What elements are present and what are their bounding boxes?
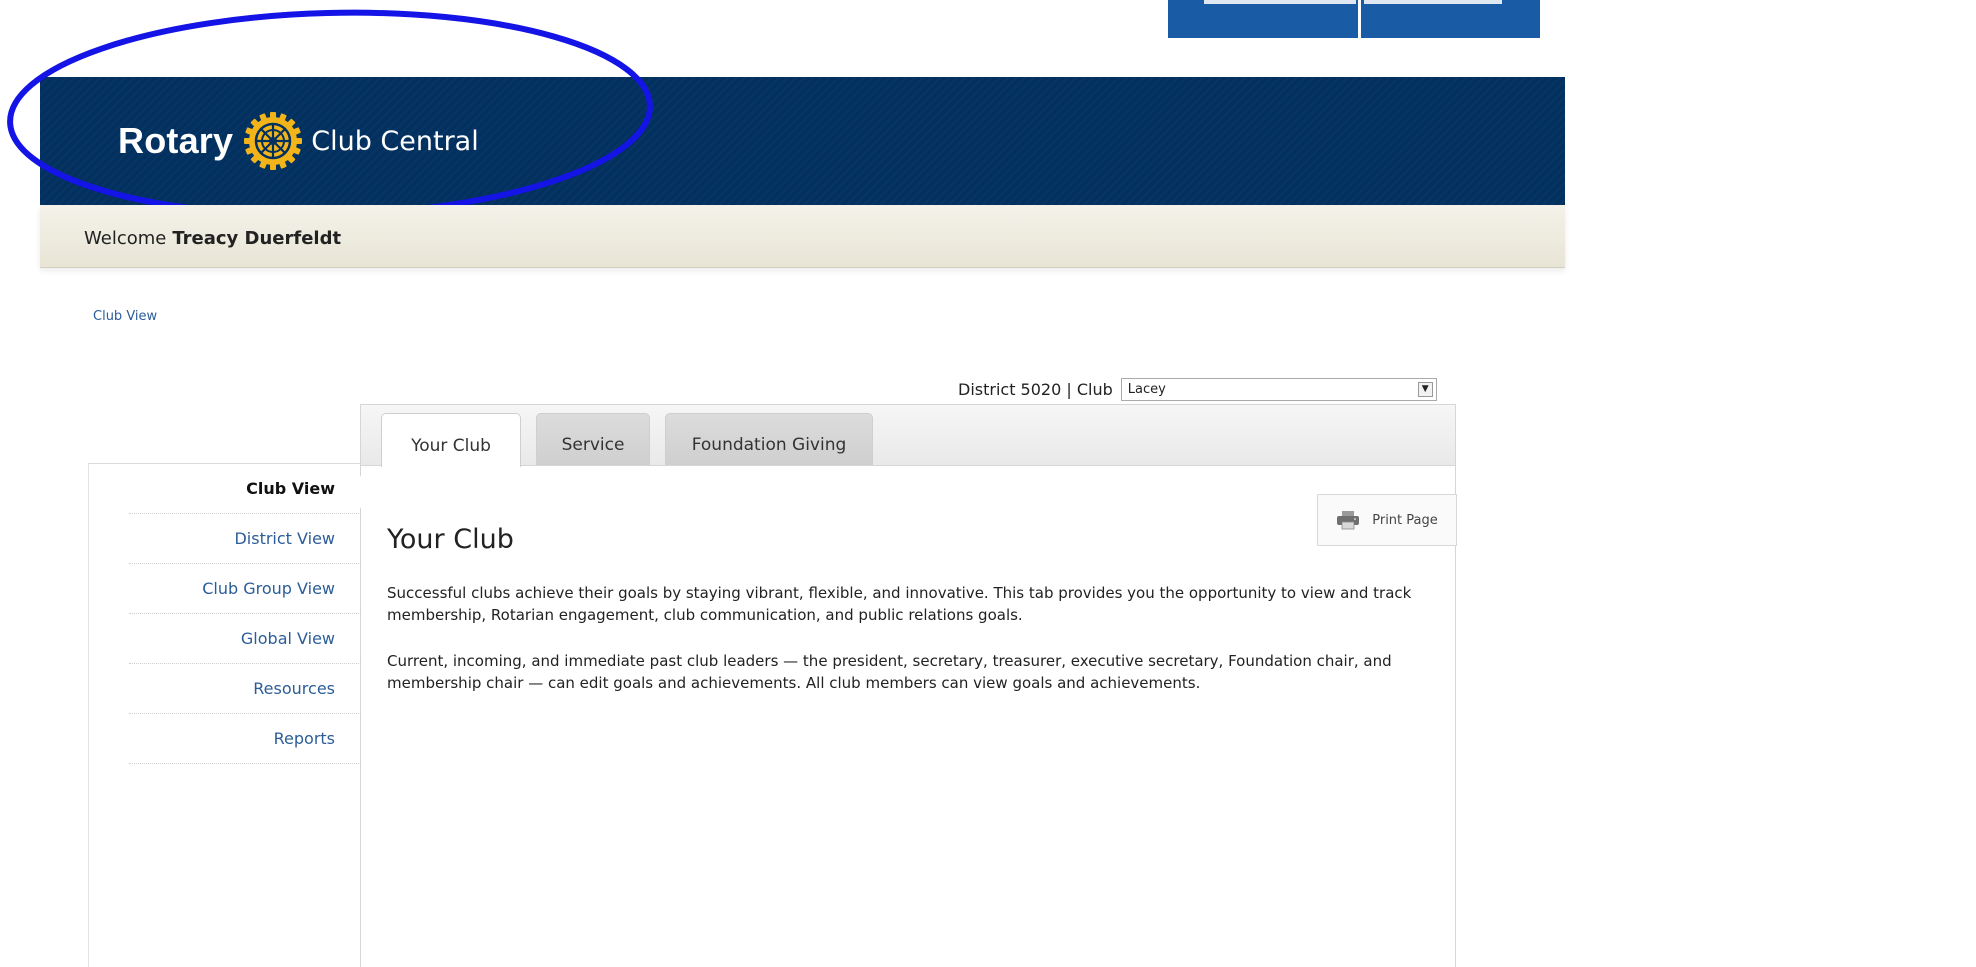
content-panel: Your Club Service Foundation Giving Prin…: [360, 404, 1457, 967]
tab-foundation-giving[interactable]: Foundation Giving: [665, 413, 873, 465]
sidebar-nav: Club View District View Club Group View …: [88, 463, 361, 967]
sidebar-item-club-view[interactable]: Club View: [129, 464, 361, 514]
club-selector: District 5020 | Club Lacey ▼: [958, 377, 1437, 402]
tab-service[interactable]: Service: [536, 413, 650, 465]
site-header: Rotary Club Central: [40, 77, 1565, 205]
breadcrumb[interactable]: Club View: [93, 309, 157, 324]
printer-icon: [1337, 511, 1360, 530]
sidebar-item-global-view[interactable]: Global View: [129, 614, 361, 664]
chevron-down-icon[interactable]: ▼: [1417, 382, 1433, 397]
active-nav-pointer: [350, 474, 362, 510]
district-club-label: District 5020 | Club: [958, 380, 1113, 399]
welcome-bar: Welcome Treacy Duerfeldt: [40, 205, 1565, 268]
tab-strip: Your Club Service Foundation Giving: [361, 405, 1455, 467]
welcome-label: Welcome: [84, 228, 167, 249]
club-select-value: Lacey: [1127, 382, 1166, 397]
tab-your-club[interactable]: Your Club: [381, 413, 521, 467]
product-name: Club Central: [311, 125, 479, 157]
sidebar-item-district-view[interactable]: District View: [129, 514, 361, 564]
welcome-message: Welcome Treacy Duerfeldt: [84, 228, 341, 249]
user-name: Treacy Duerfeldt: [172, 228, 342, 249]
brand-logo[interactable]: Rotary Club Central: [118, 105, 479, 177]
permissions-paragraph: Current, incoming, and immediate past cl…: [387, 652, 1392, 692]
print-page-label: Print Page: [1372, 512, 1438, 528]
intro-paragraph: Successful clubs achieve their goals by …: [387, 584, 1412, 624]
banner-fragment-edge-left: [1204, 0, 1356, 4]
page-title: Your Club: [387, 524, 514, 555]
top-right-banner-fragment: [1168, 0, 1540, 38]
club-select-dropdown[interactable]: Lacey ▼: [1120, 378, 1437, 401]
sidebar-item-club-group-view[interactable]: Club Group View: [129, 564, 361, 614]
print-page-button[interactable]: Print Page: [1317, 494, 1457, 546]
banner-fragment-edge-right: [1364, 0, 1502, 4]
sidebar-item-reports[interactable]: Reports: [129, 714, 361, 764]
sidebar-item-resources[interactable]: Resources: [129, 664, 361, 714]
banner-fragment-divider: [1358, 0, 1361, 38]
rotary-wheel-icon: [244, 112, 303, 170]
brand-name: Rotary: [118, 120, 234, 161]
